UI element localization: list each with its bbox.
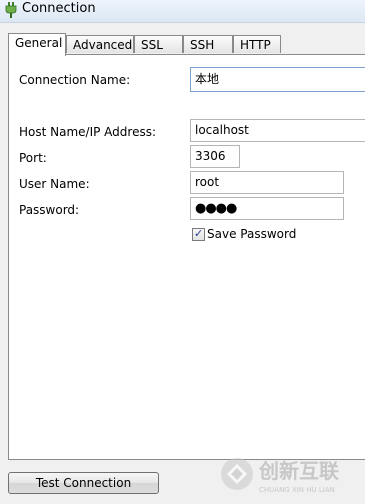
username-label: User Name: <box>19 177 90 191</box>
test-connection-button[interactable]: Test Connection <box>8 472 159 494</box>
tab-http[interactable]: HTTP <box>233 35 281 53</box>
window-title: Connection <box>22 1 96 16</box>
brand-watermark: 创新互联 CHUANG XIN HU LIAN <box>217 452 357 498</box>
host-field[interactable]: localhost <box>190 119 365 142</box>
password-field[interactable]: ●●●● <box>190 197 344 220</box>
tab-advanced[interactable]: Advanced <box>66 35 134 53</box>
window-titlebar: Connection <box>0 0 365 23</box>
tab-ssl[interactable]: SSL <box>134 35 183 53</box>
brand-text: 创新互联 <box>258 459 339 483</box>
password-label: Password: <box>19 203 80 217</box>
port-field[interactable]: 3306 <box>190 145 240 168</box>
tab-general[interactable]: General <box>8 33 66 56</box>
tab-ssh[interactable]: SSH <box>183 35 233 53</box>
host-label: Host Name/IP Address: <box>19 125 157 139</box>
connection-name-field[interactable]: 本地 <box>190 67 365 92</box>
connection-plug-icon <box>3 2 18 18</box>
connection-name-label: Connection Name: <box>19 73 131 87</box>
brand-logo-icon: 创新互联 CHUANG XIN HU LIAN <box>221 458 339 494</box>
save-password-checkbox[interactable]: ✓ <box>192 227 205 241</box>
port-label: Port: <box>19 151 47 165</box>
brand-subtext: CHUANG XIN HU LIAN <box>259 486 335 494</box>
checkmark-icon: ✓ <box>194 227 204 240</box>
username-field[interactable]: root <box>190 171 344 194</box>
save-password-label[interactable]: Save Password <box>207 227 296 241</box>
general-tab-panel <box>8 54 365 460</box>
